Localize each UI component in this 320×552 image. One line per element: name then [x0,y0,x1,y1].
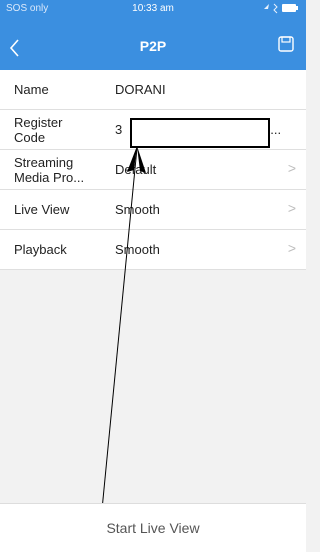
start-live-view-button[interactable]: Start Live View [0,503,306,552]
annotation-arrow [97,146,146,551]
